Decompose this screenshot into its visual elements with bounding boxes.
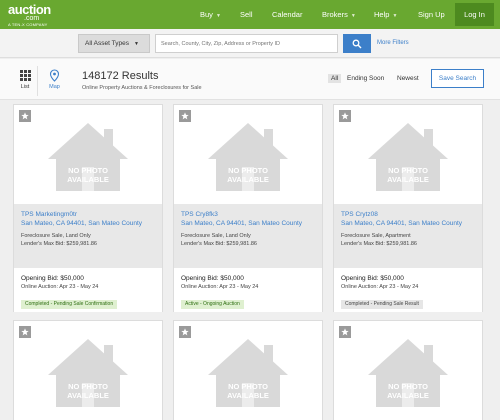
- sort-newest[interactable]: Newest: [397, 75, 419, 82]
- nav-sell[interactable]: Sell: [240, 10, 253, 19]
- property-address[interactable]: San Mateo, CA 94401, San Mateo County: [21, 219, 155, 228]
- auction-dates: Online Auction: Apr 23 - May 24: [341, 284, 419, 290]
- svg-text:NO PHOTO: NO PHOTO: [228, 166, 268, 175]
- lender-max-bid: Lender's Max Bid: $259,981.86: [341, 241, 417, 247]
- svg-text:NO PHOTO: NO PHOTO: [388, 166, 428, 175]
- svg-text:NO PHOTO: NO PHOTO: [388, 382, 428, 391]
- property-card[interactable]: NO PHOTO AVAILABLE: [333, 320, 483, 420]
- favorite-star-icon[interactable]: [339, 326, 351, 338]
- property-title[interactable]: TPS Crytz08: [341, 210, 475, 219]
- results-subtitle: Online Property Auctions & Foreclosures …: [82, 85, 202, 91]
- property-address[interactable]: San Mateo, CA 94401, San Mateo County: [181, 219, 315, 228]
- property-info: TPS Crytz08 San Mateo, CA 94401, San Mate…: [334, 204, 482, 268]
- status-badge: Active - Ongoing Auction: [181, 300, 244, 309]
- property-title[interactable]: TPS Cry8fk3: [181, 210, 315, 219]
- map-pin-icon: [49, 69, 60, 82]
- property-card[interactable]: NO PHOTO AVAILABLE TPS Marketingm0tr San Ma…: [13, 104, 163, 312]
- svg-text:AVAILABLE: AVAILABLE: [227, 175, 269, 184]
- svg-text:AVAILABLE: AVAILABLE: [67, 175, 109, 184]
- lender-max-bid: Lender's Max Bid: $259,981.86: [21, 241, 97, 247]
- property-photo[interactable]: NO PHOTO AVAILABLE: [334, 321, 482, 420]
- svg-text:NO PHOTO: NO PHOTO: [68, 382, 108, 391]
- no-photo-house-icon: NO PHOTOAVAILABLE: [368, 123, 448, 191]
- property-photo[interactable]: NO PHOTO AVAILABLE: [334, 105, 482, 204]
- search-input[interactable]: [155, 34, 338, 53]
- lender-max-bid: Lender's Max Bid: $259,981.86: [181, 241, 257, 247]
- property-address[interactable]: San Mateo, CA 94401, San Mateo County: [341, 219, 475, 228]
- favorite-star-icon[interactable]: [19, 110, 31, 122]
- asset-type-select[interactable]: All Asset Types ▼: [78, 34, 150, 53]
- property-info: TPS Marketingm0tr San Mateo, CA 94401, Sa…: [14, 204, 162, 268]
- auction-details: Opening Bid: $50,000 Online Auction: Apr …: [334, 268, 482, 312]
- property-photo[interactable]: NO PHOTO AVAILABLE: [14, 321, 162, 420]
- grid-icon: [20, 70, 31, 81]
- property-card[interactable]: NO PHOTO AVAILABLE: [13, 320, 163, 420]
- favorite-star-icon[interactable]: [179, 110, 191, 122]
- property-photo[interactable]: NO PHOTO AVAILABLE: [174, 321, 322, 420]
- opening-bid: Opening Bid: $50,000: [341, 275, 404, 282]
- chevron-down-icon: ▼: [350, 13, 356, 19]
- save-search-button[interactable]: Save Search: [431, 69, 484, 88]
- no-photo-house-icon: NO PHOTOAVAILABLE: [208, 339, 288, 407]
- favorite-star-icon[interactable]: [339, 110, 351, 122]
- list-view-label: List: [20, 84, 30, 90]
- status-badge: Completed - Pending Sale Confirmation: [21, 300, 118, 309]
- top-nav-bar: auction .com A TEN-X COMPANY Buy ▼ Sell C…: [0, 0, 500, 29]
- search-bar: All Asset Types ▼ More Filters: [0, 29, 500, 58]
- list-view-button[interactable]: List: [13, 66, 38, 96]
- svg-text:AVAILABLE: AVAILABLE: [227, 391, 269, 400]
- opening-bid: Opening Bid: $50,000: [21, 275, 84, 282]
- property-card[interactable]: NO PHOTO AVAILABLE TPS Cry8fk3 San Mateo, C…: [173, 104, 323, 312]
- sale-type: Foreclosure Sale, Land Only: [21, 233, 91, 239]
- property-photo[interactable]: NO PHOTO AVAILABLE: [174, 105, 322, 204]
- opening-bid: Opening Bid: $50,000: [181, 275, 244, 282]
- favorite-star-icon[interactable]: [179, 326, 191, 338]
- svg-text:AVAILABLE: AVAILABLE: [67, 391, 109, 400]
- no-photo-house-icon: NO PHOTOAVAILABLE: [48, 123, 128, 191]
- status-badge: Completed - Pending Sale Result: [341, 300, 423, 309]
- sale-type: Foreclosure Sale, Land Only: [181, 233, 251, 239]
- auction-dates: Online Auction: Apr 23 - May 24: [21, 284, 99, 290]
- property-card[interactable]: NO PHOTO AVAILABLE TPS Crytz08 San Mateo, C…: [333, 104, 483, 312]
- login-button[interactable]: Log In: [455, 3, 494, 26]
- auction-dates: Online Auction: Apr 23 - May 24: [181, 284, 259, 290]
- nav-brokers[interactable]: Brokers ▼: [322, 10, 356, 19]
- chevron-down-icon: ▼: [133, 40, 139, 47]
- more-filters-link[interactable]: More Filters: [377, 40, 409, 46]
- no-photo-house-icon: NO PHOTOAVAILABLE: [208, 123, 288, 191]
- search-icon: [352, 39, 362, 48]
- sale-type: Foreclosure Sale, Apartment: [341, 233, 411, 239]
- sort-all[interactable]: All: [328, 74, 342, 83]
- nav-calendar[interactable]: Calendar: [272, 10, 302, 19]
- no-photo-house-icon: NO PHOTOAVAILABLE: [368, 339, 448, 407]
- map-view-button[interactable]: Map: [42, 66, 67, 96]
- property-info: TPS Cry8fk3 San Mateo, CA 94401, San Mate…: [174, 204, 322, 268]
- svg-text:AVAILABLE: AVAILABLE: [387, 391, 429, 400]
- auction-details: Opening Bid: $50,000 Online Auction: Apr …: [174, 268, 322, 312]
- property-title[interactable]: TPS Marketingm0tr: [21, 210, 155, 219]
- auction-details: Opening Bid: $50,000 Online Auction: Apr …: [14, 268, 162, 312]
- asset-type-value: All Asset Types: [85, 40, 129, 47]
- nav-sign-up[interactable]: Sign Up: [418, 10, 445, 19]
- property-photo[interactable]: NO PHOTO AVAILABLE: [14, 105, 162, 204]
- sort-ending-soon[interactable]: Ending Soon: [347, 75, 384, 82]
- svg-text:NO PHOTO: NO PHOTO: [228, 382, 268, 391]
- nav-buy[interactable]: Buy ▼: [200, 10, 221, 19]
- chevron-down-icon: ▼: [392, 13, 398, 19]
- search-button[interactable]: [343, 34, 371, 53]
- logo-subtitle: A TEN-X COMPANY: [8, 22, 48, 27]
- nav-help[interactable]: Help ▼: [374, 10, 397, 19]
- chevron-down-icon: ▼: [215, 13, 221, 19]
- results-toolbar: List Map 148172 Results Online Property …: [0, 59, 500, 100]
- svg-text:NO PHOTO: NO PHOTO: [68, 166, 108, 175]
- svg-text:AVAILABLE: AVAILABLE: [387, 175, 429, 184]
- property-card[interactable]: NO PHOTO AVAILABLE: [173, 320, 323, 420]
- favorite-star-icon[interactable]: [19, 326, 31, 338]
- results-count: 148172 Results: [82, 70, 159, 82]
- auction-logo[interactable]: auction .com A TEN-X COMPANY: [8, 3, 51, 27]
- no-photo-house-icon: NO PHOTOAVAILABLE: [48, 339, 128, 407]
- map-view-label: Map: [49, 84, 60, 90]
